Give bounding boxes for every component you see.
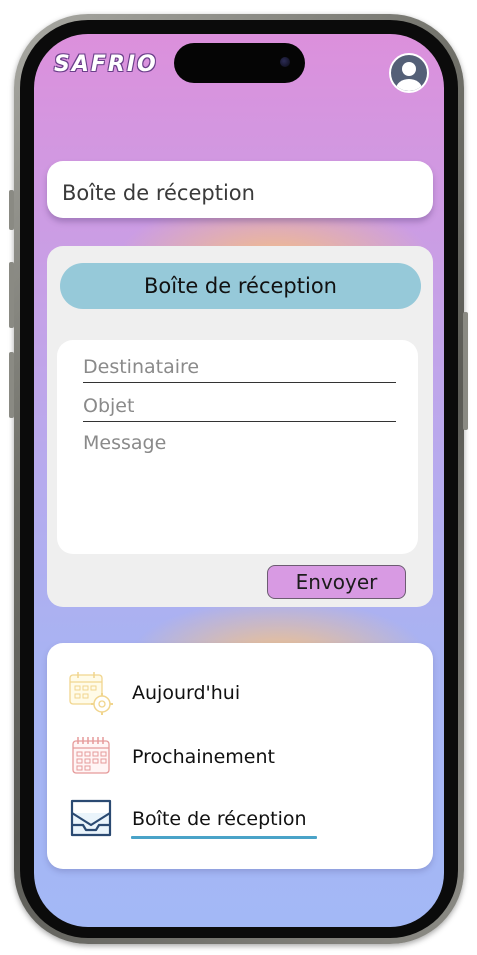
user-avatar-icon[interactable]	[389, 53, 429, 93]
page-title: Boîte de réception	[62, 181, 255, 205]
phone-power-button	[463, 312, 468, 430]
calendar-icon	[72, 737, 110, 774]
compose-header-label: Boîte de réception	[144, 274, 337, 298]
nav-item-inbox-label: Boîte de réception	[132, 808, 307, 830]
nav-item-today[interactable]: Aujourd'hui	[47, 669, 433, 719]
phone-silent-switch	[9, 190, 14, 230]
navigation-card: Aujourd'hui Prochainement Boîte de récep…	[47, 643, 433, 869]
avatar-head-shape	[402, 62, 416, 76]
page-title-card: Boîte de réception	[47, 161, 433, 218]
nav-item-inbox[interactable]: Boîte de réception	[47, 795, 433, 845]
message-field[interactable]	[83, 432, 396, 542]
compose-header: Boîte de réception	[60, 263, 421, 309]
nav-item-upcoming-label: Prochainement	[132, 746, 275, 768]
compose-form	[57, 340, 418, 554]
avatar-body-shape	[396, 79, 422, 91]
phone-volume-down	[9, 352, 14, 418]
active-nav-underline	[131, 836, 317, 839]
inbox-icon	[70, 799, 112, 837]
send-button[interactable]: Envoyer	[267, 565, 406, 599]
subject-field[interactable]	[83, 391, 396, 422]
app-screen: SAFRIO Boîte de réception Boîte de récep…	[34, 34, 444, 927]
phone-volume-up	[9, 262, 14, 328]
app-logo: SAFRIO	[54, 52, 158, 77]
front-camera	[280, 57, 290, 67]
nav-item-today-label: Aujourd'hui	[132, 682, 241, 704]
calendar-gear-icon	[69, 672, 113, 715]
compose-card: Boîte de réception Envoyer	[47, 246, 433, 607]
recipient-field[interactable]	[83, 352, 396, 383]
nav-item-upcoming[interactable]: Prochainement	[47, 733, 433, 783]
